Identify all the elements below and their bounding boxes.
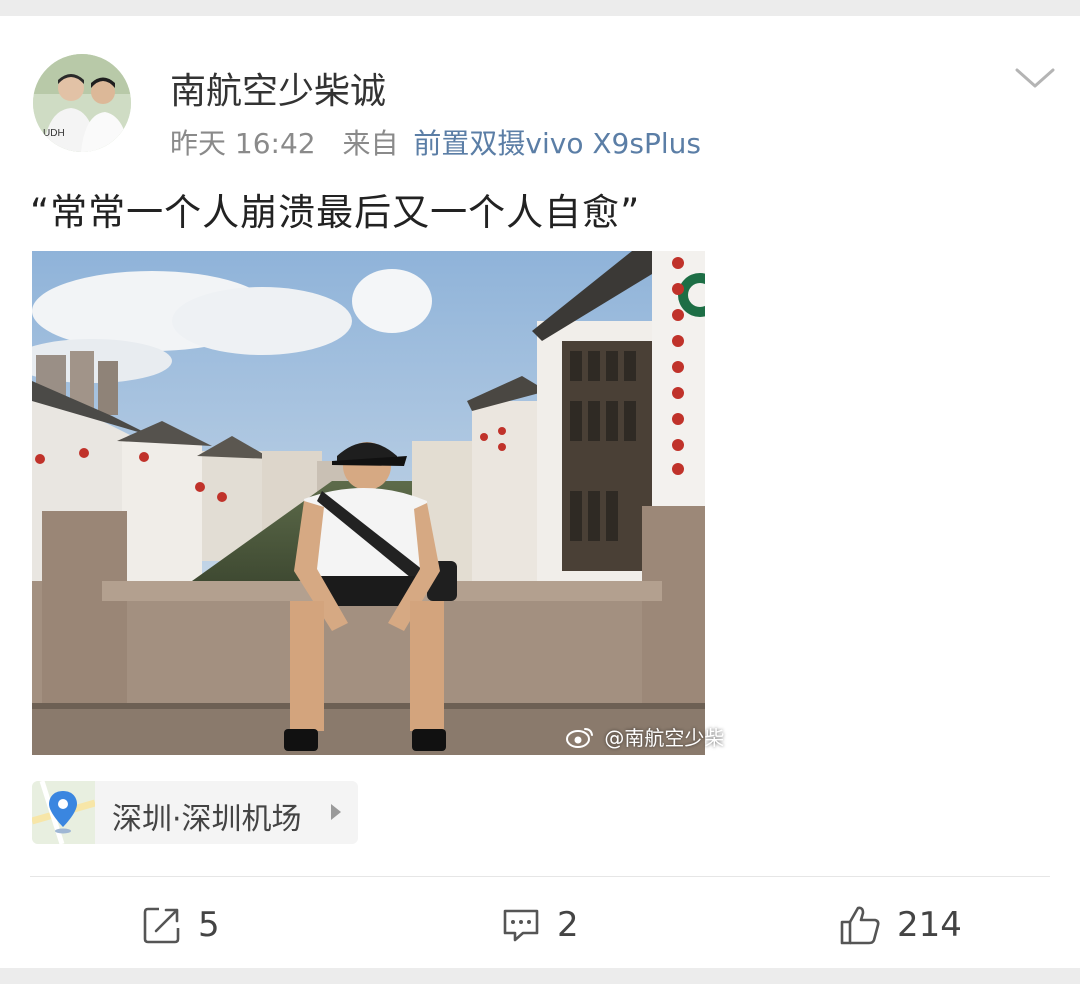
action-divider: [30, 876, 1050, 877]
watermark-text: @南航空少柴: [604, 726, 725, 750]
weibo-logo-icon: [566, 726, 594, 753]
repost-count: 5: [198, 905, 220, 945]
username[interactable]: 南航空少柴诚: [170, 62, 386, 114]
avatar[interactable]: UDH: [33, 54, 131, 152]
thumbs-up-icon: [839, 904, 881, 946]
location-tag[interactable]: 深圳·深圳机场: [32, 781, 358, 844]
post-text: “常常一个人崩溃最后又一个人自愈”: [30, 191, 641, 234]
comment-count: 2: [557, 905, 579, 945]
chevron-down-icon[interactable]: [1013, 62, 1057, 92]
device-link[interactable]: 前置双摄vivo X9sPlus: [413, 127, 701, 160]
post-meta: 昨天 16:42 来自 前置双摄vivo X9sPlus: [170, 122, 701, 162]
location-text: 深圳·深圳机场: [112, 802, 302, 837]
photo-watermark: @南航空少柴: [566, 722, 724, 753]
bottom-divider-strip: [0, 968, 1080, 984]
map-pin-icon: [32, 781, 95, 844]
photo-image: [32, 251, 705, 755]
share-icon: [142, 905, 182, 945]
source-prefix: 来自: [342, 127, 399, 160]
comment-icon: [501, 905, 541, 945]
like-count: 214: [897, 905, 962, 945]
repost-button[interactable]: 5: [142, 900, 220, 950]
top-divider-strip: [0, 0, 1080, 16]
caret-right-icon: [330, 803, 342, 825]
avatar-image: UDH: [33, 54, 131, 152]
like-button[interactable]: 214: [839, 900, 962, 950]
post-photo[interactable]: [32, 251, 705, 755]
comment-button[interactable]: 2: [501, 900, 579, 950]
post-time: 昨天 16:42: [170, 127, 316, 160]
svg-text:UDH: UDH: [43, 128, 65, 139]
